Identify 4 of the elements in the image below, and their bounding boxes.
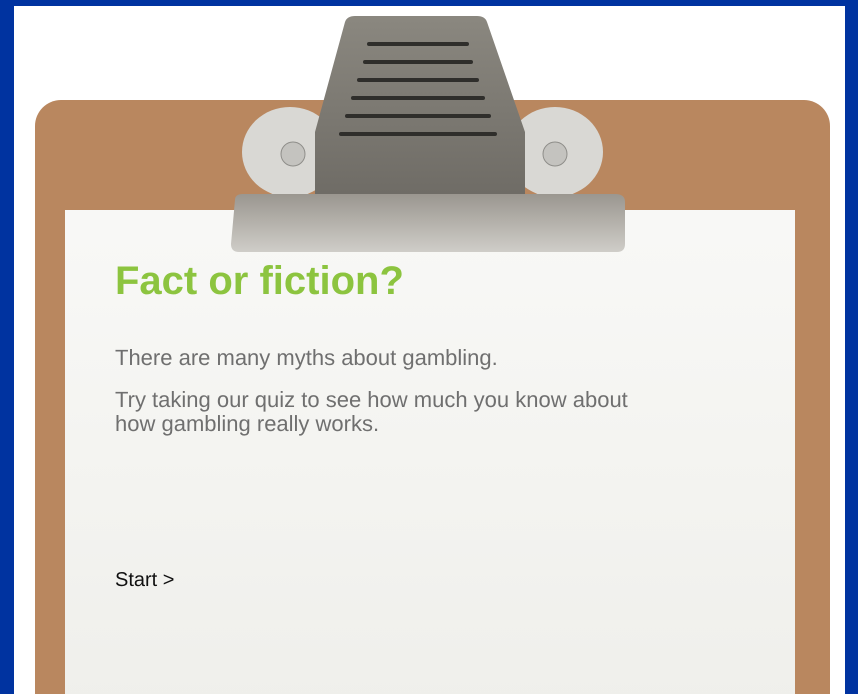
quiz-title: Fact or fiction?: [115, 258, 405, 304]
intro-text: There are many myths about gambling.: [115, 346, 499, 370]
start-link[interactable]: Start >: [115, 569, 174, 592]
intro-text: Try taking our quiz to see how much you know about how gambling really works.: [115, 388, 629, 436]
